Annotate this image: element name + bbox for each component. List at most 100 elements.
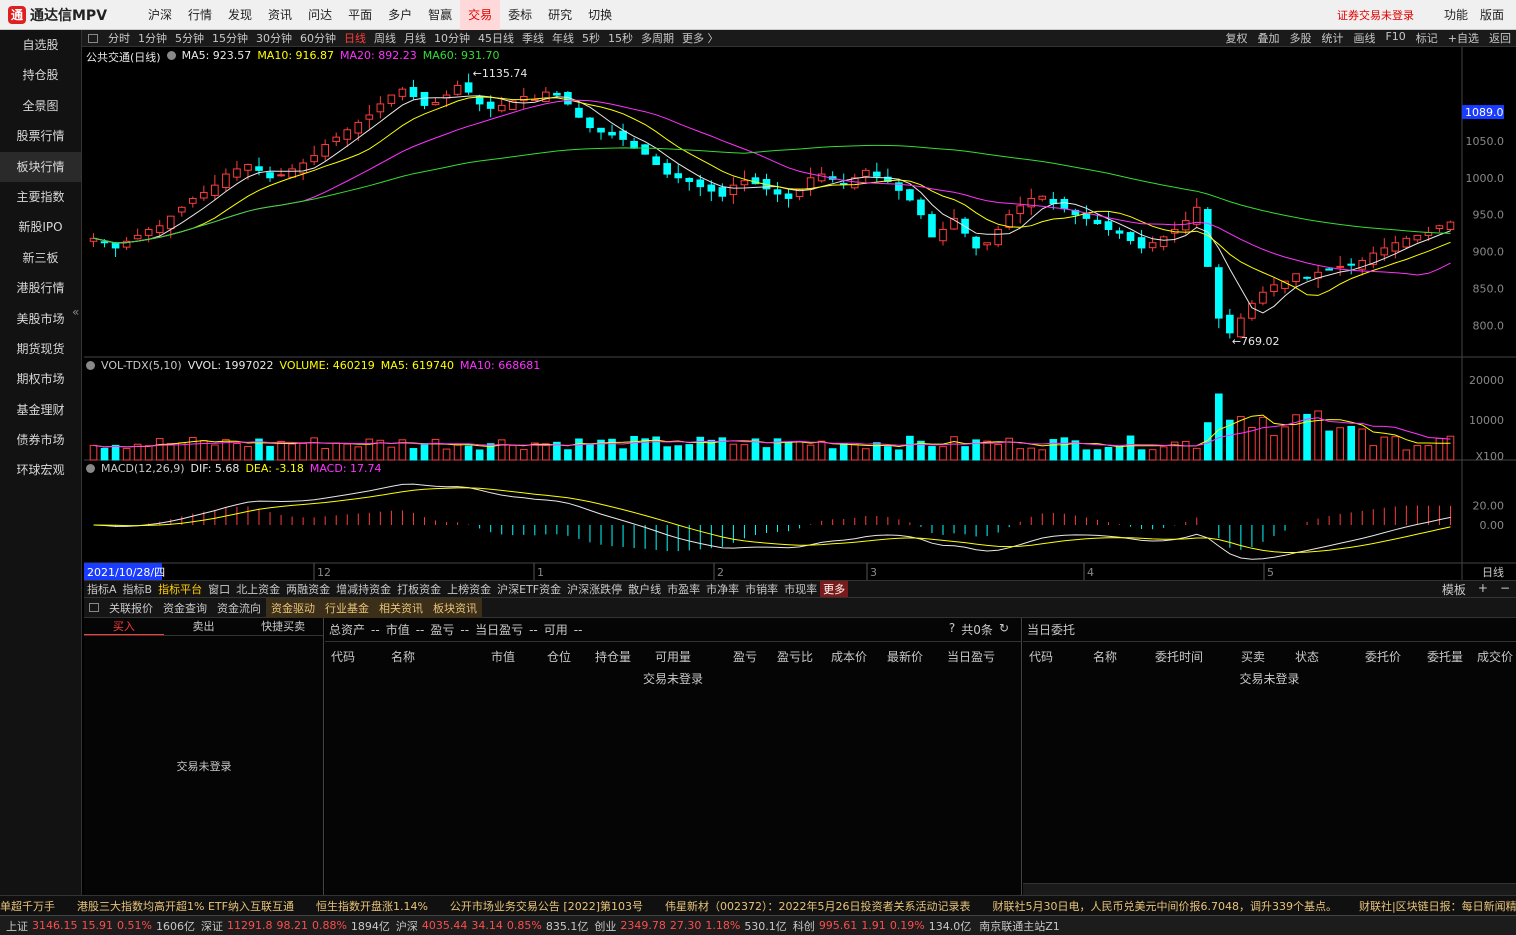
positions-column-header[interactable]: 持仓量 — [595, 648, 631, 665]
sidebar-item[interactable]: 基金理财 — [0, 395, 81, 425]
sidebar-item[interactable]: 新股IPO — [0, 212, 81, 242]
chart-tool-button[interactable]: 复权 — [1220, 30, 1252, 46]
panel-window-icon[interactable] — [89, 603, 99, 612]
indicator-tab[interactable]: 窗口 — [205, 581, 233, 597]
indicator-tab[interactable]: 市盈率 — [664, 581, 703, 597]
panel-tab[interactable]: 板块资讯 — [428, 597, 482, 618]
top-menu-item[interactable]: 行情 — [180, 0, 220, 30]
period-option[interactable]: 更多 〉 — [678, 30, 723, 46]
index-label[interactable]: 上证 — [6, 918, 28, 934]
period-option[interactable]: 周线 — [370, 30, 400, 46]
top-menu-item[interactable]: 切换 — [580, 0, 620, 30]
period-option[interactable]: 年线 — [548, 30, 578, 46]
indicator-tool[interactable]: 模板 — [1436, 581, 1472, 598]
function-menu[interactable]: 功能 — [1444, 6, 1468, 23]
top-menu-item[interactable]: 多户 — [380, 0, 420, 30]
trade-tab[interactable]: 卖出 — [164, 618, 244, 635]
positions-column-header[interactable]: 成本价 — [831, 648, 867, 665]
positions-column-header[interactable]: 盈亏比 — [777, 648, 813, 665]
chart-tool-button[interactable]: +自选 — [1443, 30, 1484, 46]
period-option[interactable]: 10分钟 — [430, 30, 474, 46]
orders-column-header[interactable]: 代码 — [1029, 648, 1053, 665]
indicator-tab[interactable]: 北上资金 — [233, 581, 283, 597]
news-item[interactable]: 财联社5月30日电，人民币兑美元中间价报6.7048，调升339个基点。 — [992, 898, 1336, 914]
vol-settings-dot-icon[interactable] — [86, 361, 95, 370]
panel-tab[interactable]: 资金查询 — [158, 598, 212, 618]
indicator-tab[interactable]: 指标B — [120, 581, 156, 597]
indicator-tab[interactable]: 散户线 — [625, 581, 664, 597]
macd-settings-dot-icon[interactable] — [86, 464, 95, 473]
indicator-tab[interactable]: 指标A — [84, 581, 120, 597]
positions-column-header[interactable]: 盈亏 — [733, 648, 757, 665]
panel-tab[interactable]: 关联报价 — [104, 598, 158, 618]
indicator-tool[interactable]: − — [1494, 581, 1516, 598]
positions-column-header[interactable]: 最新价 — [887, 648, 923, 665]
sidebar-item[interactable]: 美股市场 — [0, 304, 81, 334]
indicator-tab[interactable]: 沪深涨跌停 — [564, 581, 625, 597]
sidebar-item[interactable]: 期权市场 — [0, 364, 81, 394]
indicator-tab[interactable]: 沪深ETF资金 — [494, 581, 564, 597]
sidebar-item[interactable]: 环球宏观 — [0, 455, 81, 485]
top-menu-item[interactable]: 研究 — [540, 0, 580, 30]
chart-tool-button[interactable]: 标记 — [1411, 30, 1443, 46]
app-logo[interactable]: 通 通达信MPV — [0, 5, 140, 25]
chart-tool-button[interactable]: 统计 — [1316, 30, 1348, 46]
top-menu-item[interactable]: 发现 — [220, 0, 260, 30]
index-label[interactable]: 沪深 — [396, 918, 418, 934]
indicator-tab[interactable]: 两融资金 — [283, 581, 333, 597]
period-option[interactable]: 分时 — [104, 30, 134, 46]
period-option[interactable]: 5分钟 — [171, 30, 208, 46]
refresh-icon[interactable]: ↻ — [999, 621, 1009, 638]
news-item[interactable]: 伟星新材（002372）：2022年5月26日投资者关系活动记录表 — [665, 898, 970, 914]
period-option[interactable]: 多周期 — [637, 30, 678, 46]
sidebar-item[interactable]: 主要指数 — [0, 182, 81, 212]
indicator-tab[interactable]: 增减持资金 — [333, 581, 394, 597]
window-toggle-icon[interactable] — [88, 33, 98, 43]
top-menu-item[interactable]: 智赢 — [420, 0, 460, 30]
index-label[interactable]: 创业 — [594, 918, 616, 934]
collapse-sidebar-icon[interactable]: « — [72, 305, 79, 319]
top-menu-item[interactable]: 交易 — [460, 0, 501, 30]
kline-chart[interactable]: 800.0 850.0 900.0 950.0 1000.0 1050.0 1089.0 ←1… — [84, 47, 1516, 580]
period-option[interactable]: 日线 — [340, 30, 370, 46]
orders-column-header[interactable]: 委托量 — [1427, 648, 1463, 665]
period-option[interactable]: 月线 — [400, 30, 430, 46]
positions-column-header[interactable]: 可用量 — [655, 648, 691, 665]
indicator-tool[interactable]: + — [1472, 581, 1494, 598]
indicator-tab[interactable]: 打板资金 — [394, 581, 444, 597]
period-option[interactable]: 60分钟 — [296, 30, 340, 46]
indicator-tab[interactable]: 市销率 — [742, 581, 781, 597]
sidebar-item[interactable]: 自选股 — [0, 30, 81, 60]
orders-column-header[interactable]: 买卖 — [1241, 648, 1265, 665]
top-menu-item[interactable]: 平面 — [340, 0, 380, 30]
trade-login-notice[interactable]: 证券交易未登录 — [1337, 7, 1414, 23]
positions-column-header[interactable]: 仓位 — [547, 648, 571, 665]
news-item[interactable]: 财联社|区块链日报：每日新闻精选 — [1359, 898, 1516, 914]
chart-tool-button[interactable]: F10 — [1380, 30, 1410, 46]
orders-column-header[interactable]: 成交价 — [1477, 648, 1513, 665]
chart-tool-button[interactable]: 画线 — [1348, 30, 1380, 46]
indicator-tab[interactable]: 指标平台 — [155, 581, 205, 597]
chart-canvas[interactable]: 800.0 850.0 900.0 950.0 1000.0 1050.0 1089.0 ←1… — [84, 47, 1516, 580]
sidebar-item[interactable]: 股票行情 — [0, 121, 81, 151]
positions-column-header[interactable]: 当日盈亏 — [947, 648, 995, 665]
period-option[interactable]: 15秒 — [604, 30, 637, 46]
top-menu-item[interactable]: 问达 — [300, 0, 340, 30]
period-option[interactable]: 5秒 — [578, 30, 604, 46]
top-menu-item[interactable]: 沪深 — [140, 0, 180, 30]
panel-tab[interactable]: 相关资讯 — [374, 597, 428, 618]
sidebar-item[interactable]: 港股行情 — [0, 273, 81, 303]
index-label[interactable]: 深证 — [201, 918, 223, 934]
index-label[interactable]: 科创 — [793, 918, 815, 934]
trade-tab[interactable]: 快捷买卖 — [243, 618, 323, 635]
top-menu-item[interactable]: 委标 — [500, 0, 540, 30]
panel-tab[interactable]: 行业基金 — [320, 597, 374, 618]
layout-menu[interactable]: 版面 — [1480, 6, 1504, 23]
panel-tab[interactable]: 资金驱动 — [266, 597, 320, 618]
sidebar-item[interactable]: 新三板 — [0, 243, 81, 273]
period-option[interactable]: 15分钟 — [208, 30, 252, 46]
sidebar-item[interactable]: 期货现货 — [0, 334, 81, 364]
news-item[interactable]: 单超千万手 — [0, 898, 55, 914]
orders-column-header[interactable]: 委托时间 — [1155, 648, 1203, 665]
period-option[interactable]: 45日线 — [474, 30, 518, 46]
